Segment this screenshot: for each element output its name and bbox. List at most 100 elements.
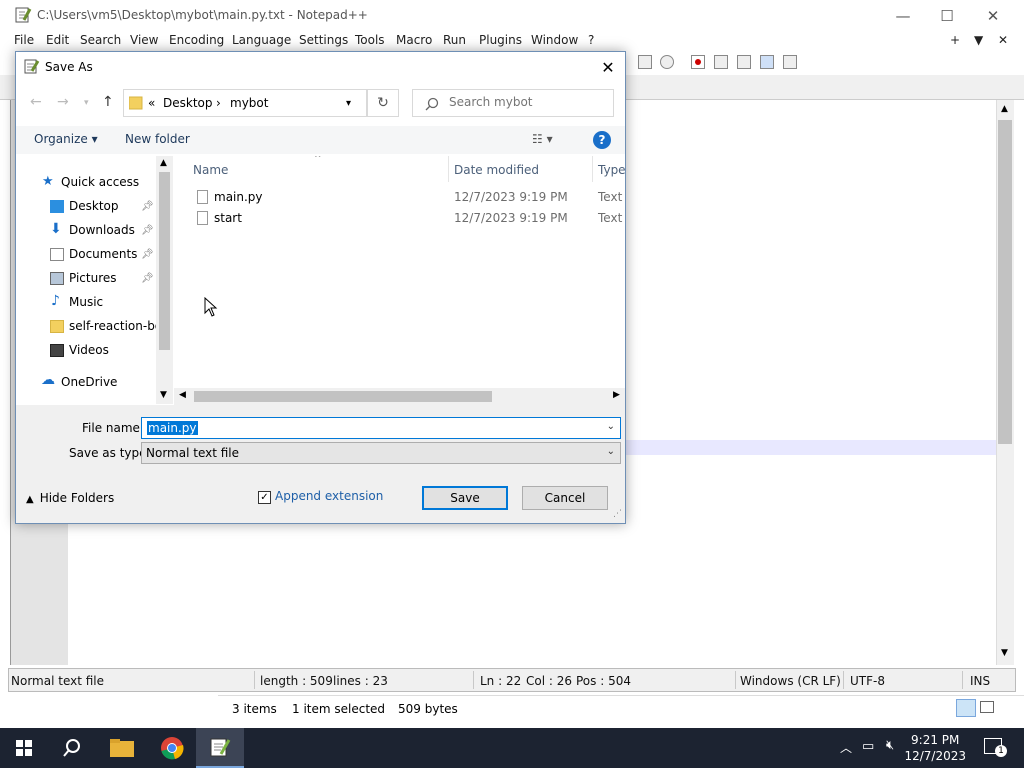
menu-language[interactable]: Language [232, 33, 291, 47]
append-extension-checkbox[interactable]: ✓ [258, 491, 271, 504]
notepadpp-icon [24, 59, 40, 74]
file-list-horizontal-scrollbar[interactable]: ◀ ▶ [174, 388, 625, 405]
nav-videos[interactable]: Videos [16, 339, 172, 363]
save-button[interactable]: Save [422, 486, 508, 510]
nav-pictures[interactable]: Pictures 📌︎ [16, 267, 172, 291]
menu-file[interactable]: File [14, 33, 34, 47]
scroll-up-icon[interactable]: ▲ [160, 158, 167, 168]
search-input[interactable] [449, 95, 609, 109]
record-macro-icon[interactable] [691, 55, 705, 69]
chrome-taskbar-button[interactable] [148, 728, 196, 768]
breadcrumb-separator[interactable]: › [216, 96, 221, 110]
menu-run[interactable]: Run [443, 33, 466, 47]
nav-documents[interactable]: Documents 📌︎ [16, 243, 172, 267]
menu-help[interactable]: ? [588, 33, 594, 47]
nav-scroll-thumb[interactable] [159, 172, 170, 350]
notification-center-icon[interactable]: 1 [984, 738, 1007, 757]
network-icon[interactable]: ▭ [862, 739, 874, 754]
column-header-type[interactable]: Type [598, 163, 625, 177]
file-row[interactable]: main.py 12/7/2023 9:19 PM Text D [174, 187, 625, 208]
save-macro-icon[interactable] [783, 55, 797, 69]
nav-quick-access[interactable]: ★ Quick access [16, 171, 172, 195]
scroll-left-icon[interactable]: ◀ [179, 390, 186, 400]
cancel-button[interactable]: Cancel [522, 486, 608, 510]
run-multiple-macro-icon[interactable] [760, 55, 774, 69]
document-icon [50, 248, 64, 261]
explorer-selected-count: 1 item selected [292, 702, 386, 716]
scroll-down-icon[interactable]: ▼ [1001, 648, 1008, 658]
pin-icon: 📌︎ [141, 249, 154, 260]
menu-tools[interactable]: Tools [355, 33, 385, 47]
save-as-type-select[interactable]: Normal text file ⌄ [141, 442, 621, 464]
nav-desktop[interactable]: Desktop 📌︎ [16, 195, 172, 219]
large-icons-view-icon[interactable] [980, 701, 994, 713]
monitor-eye-icon[interactable] [660, 55, 674, 69]
menu-search[interactable]: Search [80, 33, 121, 47]
hide-folders-toggle[interactable]: ▲ Hide Folders [26, 491, 114, 505]
notepadpp-taskbar-button[interactable] [196, 728, 244, 768]
menu-edit[interactable]: Edit [46, 33, 69, 47]
nav-onedrive[interactable]: ☁ OneDrive [16, 371, 172, 395]
resize-grip-icon[interactable]: ⋰ [613, 509, 622, 519]
menu-settings[interactable]: Settings [299, 33, 348, 47]
file-explorer-taskbar-button[interactable] [98, 728, 146, 768]
hide-folders-label: Hide Folders [39, 491, 115, 505]
breadcrumb-mybot[interactable]: mybot [230, 96, 268, 110]
nav-downloads[interactable]: ⬇ Downloads 📌︎ [16, 219, 172, 243]
organize-button[interactable]: Organize ▾ [34, 132, 98, 146]
column-header-date-modified[interactable]: Date modified [454, 163, 539, 177]
clock[interactable]: 9:21 PM 12/7/2023 [904, 732, 966, 764]
scroll-down-icon[interactable]: ▼ [160, 390, 167, 400]
view-options-icon[interactable]: ☷ ▾ [532, 132, 553, 146]
search-box[interactable] [412, 89, 614, 117]
editor-scroll-thumb[interactable] [998, 120, 1012, 444]
back-arrow-icon[interactable]: ← [30, 94, 42, 110]
refresh-button[interactable]: ↻ [367, 89, 399, 117]
menu-encoding[interactable]: Encoding [169, 33, 224, 47]
details-view-icon[interactable] [956, 699, 976, 717]
new-folder-button[interactable]: New folder [125, 132, 190, 146]
file-name-dropdown-chevron-icon[interactable]: ⌄ [607, 421, 615, 432]
file-row[interactable]: start 12/7/2023 9:19 PM Text D [174, 208, 625, 229]
new-tab-plus-icon[interactable]: + [950, 33, 960, 47]
minimize-button[interactable]: — [880, 0, 926, 31]
tab-list-icon[interactable]: ▼ [974, 33, 983, 47]
star-icon: ★ [42, 174, 54, 189]
scroll-up-icon[interactable]: ▲ [1001, 104, 1008, 114]
start-button[interactable] [0, 728, 48, 768]
forward-arrow-icon[interactable]: → [57, 94, 69, 110]
breadcrumb-overflow[interactable]: « [148, 96, 155, 110]
menu-macro[interactable]: Macro [396, 33, 432, 47]
column-header-name[interactable]: Name [193, 163, 228, 177]
maximize-button[interactable]: ☐ [924, 0, 970, 31]
play-macro-icon[interactable] [737, 55, 751, 69]
status-encoding: UTF-8 [850, 674, 885, 688]
recent-locations-chevron-icon[interactable]: ▾ [84, 98, 89, 108]
nav-label: Desktop [69, 199, 119, 213]
nav-self-reaction-folder[interactable]: self-reaction-bo [16, 315, 172, 339]
nav-music[interactable]: ♪ Music [16, 291, 172, 315]
breadcrumb-desktop[interactable]: Desktop [163, 96, 213, 110]
nav-label: Documents [69, 247, 138, 261]
menu-view[interactable]: View [130, 33, 158, 47]
close-tab-icon[interactable]: ✕ [998, 33, 1008, 47]
open-folder-icon[interactable] [638, 55, 652, 69]
horizontal-scroll-thumb[interactable] [194, 391, 492, 402]
volume-muted-icon[interactable]: 🔇︎ [886, 738, 894, 753]
append-extension-label[interactable]: Append extension [275, 489, 383, 503]
address-bar[interactable]: « Desktop › mybot ▾ [123, 89, 367, 117]
up-arrow-icon[interactable]: ↑ [102, 94, 114, 110]
address-dropdown-chevron-icon[interactable]: ▾ [346, 98, 351, 109]
dialog-close-button[interactable]: ✕ [591, 52, 625, 82]
nav-label: Music [69, 295, 104, 309]
stop-macro-icon[interactable] [714, 55, 728, 69]
menu-plugins[interactable]: Plugins [479, 33, 522, 47]
help-button[interactable]: ? [593, 131, 611, 149]
show-hidden-icons-chevron-icon[interactable]: ︿ [840, 739, 852, 756]
search-taskbar-button[interactable] [48, 728, 96, 768]
file-name-input[interactable]: main.py ⌄ [141, 417, 621, 439]
npp-title-bar: C:\Users\vm5\Desktop\mybot\main.py.txt -… [0, 0, 1024, 31]
scroll-right-icon[interactable]: ▶ [613, 390, 620, 400]
close-window-button[interactable]: ✕ [970, 0, 1016, 31]
menu-window[interactable]: Window [531, 33, 578, 47]
